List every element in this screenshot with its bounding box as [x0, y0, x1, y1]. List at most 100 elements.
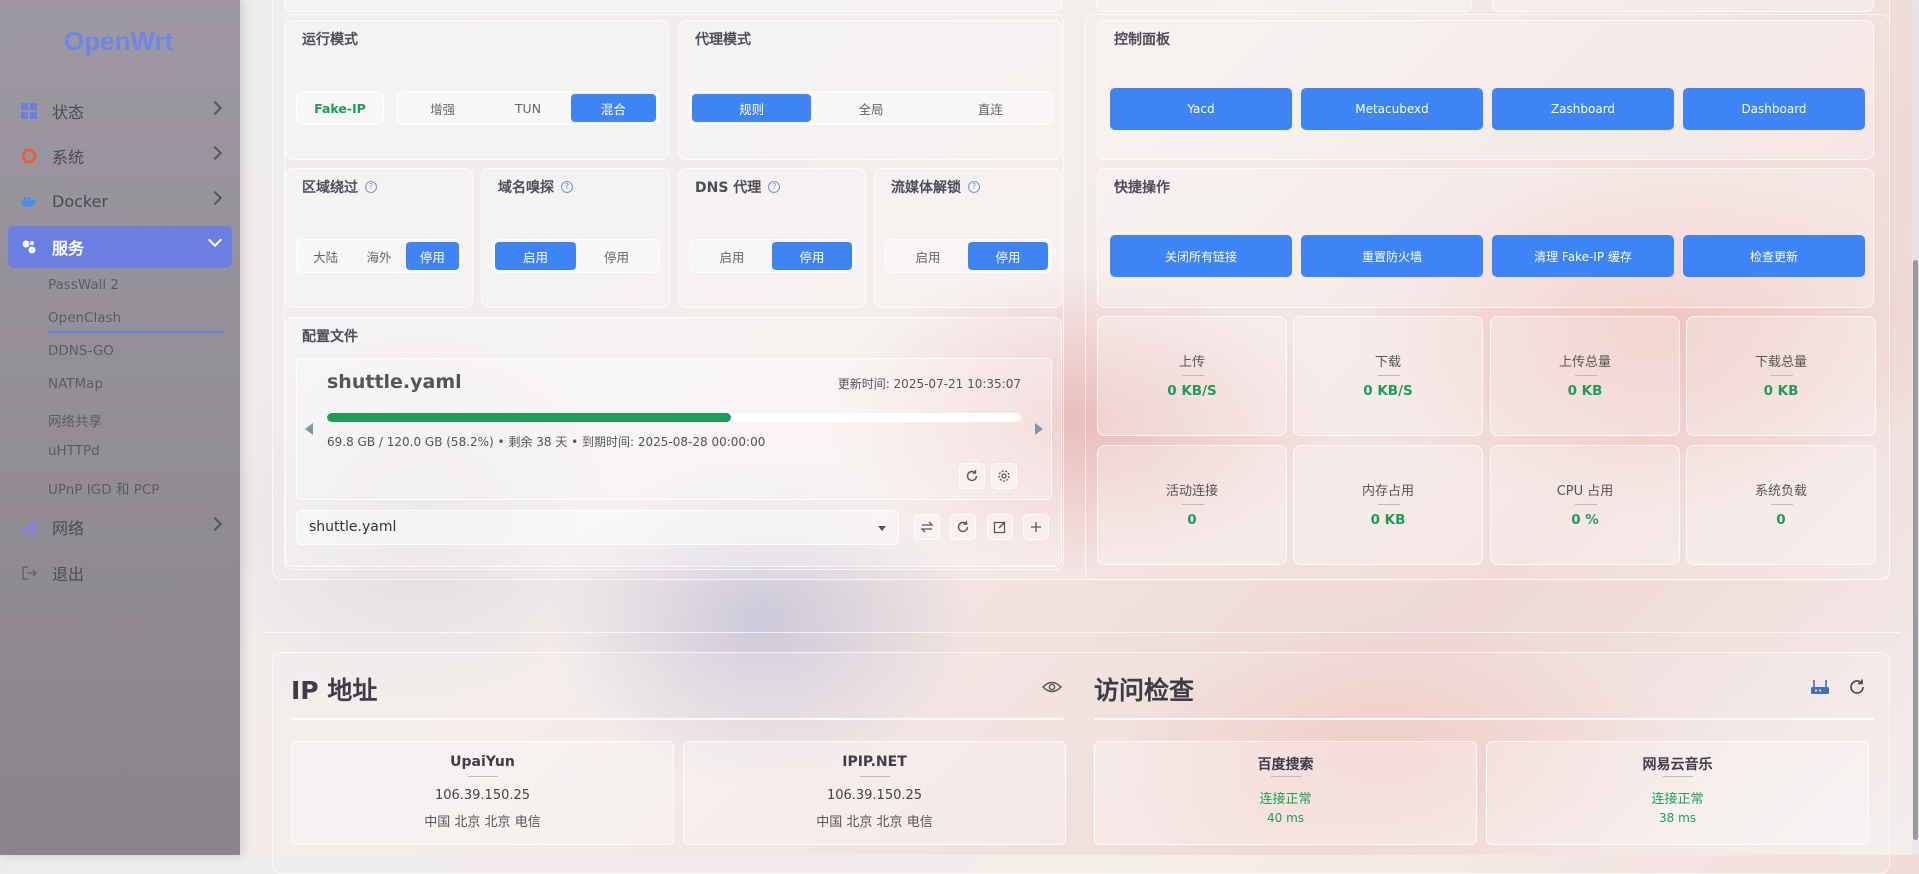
subscription-settings-button[interactable]: [991, 463, 1017, 489]
config-file-select[interactable]: shuttle.yaml: [296, 510, 899, 545]
prev-arrow-icon[interactable]: [305, 423, 313, 435]
close-all-connections-button[interactable]: 关闭所有链接: [1110, 235, 1292, 277]
sidebar-subitem-upnp[interactable]: UPnP IGD 和 PCP: [48, 478, 159, 498]
sidebar-item-network[interactable]: 网络: [8, 507, 232, 547]
stat-value: 0 KB: [1567, 383, 1603, 399]
sidebar-subitem-natmap[interactable]: NATMap: [48, 376, 103, 392]
run-mode-option-enhanced[interactable]: 增强: [400, 94, 485, 122]
edit-config-button[interactable]: [987, 514, 1013, 540]
dns-proxy-option-enable[interactable]: 启用: [692, 242, 772, 270]
domain-sniff-option-enable[interactable]: 启用: [495, 242, 576, 270]
chevron-right-icon: [207, 145, 223, 161]
fake-ip-button[interactable]: Fake-IP: [296, 91, 384, 125]
proxy-mode-option-global[interactable]: 全局: [811, 94, 930, 122]
usage-progress-fill: [327, 413, 731, 422]
stat-download-total: 下载总量 0 KB: [1686, 316, 1876, 436]
sidebar-subitem-ddns-go[interactable]: DDNS-GO: [48, 343, 114, 359]
sidebar-collapse-tab[interactable]: [0, 32, 4, 50]
streaming-unlock-title: 流媒体解锁?: [891, 177, 980, 197]
zashboard-button[interactable]: Zashboard: [1492, 88, 1674, 130]
brand-logo[interactable]: OpenWrt: [64, 26, 173, 57]
help-icon[interactable]: ?: [968, 181, 980, 193]
proxy-mode-option-direct[interactable]: 直连: [931, 94, 1050, 122]
eye-icon[interactable]: [1042, 679, 1062, 698]
stat-memory: 内存占用 0 KB: [1293, 445, 1483, 565]
yacd-button[interactable]: Yacd: [1110, 88, 1292, 130]
latency: 38 ms: [1658, 811, 1697, 825]
sidebar-subitem-uhttpd[interactable]: uHTTPd: [48, 443, 100, 459]
switch-config-button[interactable]: [914, 514, 940, 540]
control-panel-title: 控制面板: [1114, 32, 1170, 48]
stat-value: 0 KB/S: [1167, 383, 1217, 399]
streaming-unlock-option-disable[interactable]: 停用: [968, 242, 1048, 270]
region-bypass-option-disable[interactable]: 停用: [405, 242, 459, 270]
flush-fakeip-cache-button[interactable]: 清理 Fake-IP 缓存: [1492, 235, 1674, 277]
page-scrollbar[interactable]: [1912, 0, 1919, 855]
domain-sniff-option-disable[interactable]: 停用: [576, 242, 657, 270]
stat-value: 0: [1187, 512, 1197, 528]
check-update-button[interactable]: 检查更新: [1683, 235, 1865, 277]
proxy-mode-option-rule[interactable]: 规则: [692, 94, 812, 122]
ip-address: 106.39.150.25: [826, 788, 923, 803]
sidebar-item-logout[interactable]: 退出: [8, 553, 232, 593]
reset-firewall-button[interactable]: 重置防火墙: [1301, 235, 1483, 277]
update-config-button[interactable]: [950, 514, 976, 540]
stat-upload-total: 上传总量 0 KB: [1490, 316, 1680, 436]
access-card-baidu: 百度搜索 连接正常 40 ms: [1094, 741, 1477, 845]
chevron-right-icon: [207, 100, 223, 116]
cropped-card-top-right: [1492, 0, 1874, 12]
switch-icon: [920, 521, 934, 533]
region-bypass-option-mainland[interactable]: 大陆: [299, 242, 352, 270]
sync-icon: [957, 521, 969, 533]
sidebar-item-system[interactable]: 系统: [8, 136, 232, 176]
sidebar-item-label: 系统: [52, 148, 85, 167]
run-mode-option-mixed[interactable]: 混合: [570, 94, 656, 122]
proxy-mode-title: 代理模式: [695, 32, 751, 48]
sidebar-subitem-passwall2[interactable]: PassWall 2: [48, 277, 119, 293]
stat-divider: [1771, 375, 1793, 376]
chevron-down-icon: [207, 232, 223, 248]
router-icon[interactable]: [1810, 679, 1830, 699]
region-bypass-option-overseas[interactable]: 海外: [352, 242, 405, 270]
refresh-icon[interactable]: [1848, 678, 1866, 700]
next-arrow-icon[interactable]: [1035, 423, 1043, 435]
dns-proxy-option-disable[interactable]: 停用: [772, 242, 852, 270]
refresh-subscription-button[interactable]: [959, 463, 985, 489]
help-icon[interactable]: ?: [365, 181, 377, 193]
proxy-mode-selector: 规则 全局 直连: [689, 91, 1053, 125]
region-bypass-card: 区域绕过? 大陆 海外 停用: [285, 168, 473, 308]
streaming-unlock-option-enable[interactable]: 启用: [888, 242, 968, 270]
sidebar-item-label: 服务: [52, 239, 85, 258]
stat-label: 活动连接: [1165, 484, 1218, 499]
card-divider: [860, 776, 890, 777]
section-divider: [264, 632, 1900, 633]
ip-title-underline: [291, 718, 1064, 720]
site-name: 百度搜索: [1257, 757, 1314, 773]
add-config-button[interactable]: [1023, 514, 1049, 540]
stat-divider: [1771, 504, 1793, 505]
stat-value: 0: [1776, 512, 1786, 528]
connection-status: 连接正常: [1651, 792, 1704, 807]
sidebar-item-services[interactable]: 服务: [8, 226, 232, 268]
card-divider: [1271, 776, 1301, 777]
run-mode-option-tun[interactable]: TUN: [485, 94, 570, 122]
help-icon[interactable]: ?: [561, 181, 573, 193]
refresh-icon: [966, 470, 978, 482]
sidebar-item-docker[interactable]: Docker: [8, 181, 232, 221]
scrollbar-thumb[interactable]: [1913, 260, 1918, 840]
metacubexd-button[interactable]: Metacubexd: [1301, 88, 1483, 130]
access-title-underline: [1094, 718, 1874, 720]
dashboard-button[interactable]: Dashboard: [1683, 88, 1865, 130]
card-divider: [468, 776, 498, 777]
sidebar: OpenWrt 状态 系统 Docker 服务 PassWall 2 OpenC…: [0, 0, 240, 855]
domain-sniff-card: 域名嗅探? 启用 停用: [481, 168, 670, 308]
sidebar-item-status[interactable]: 状态: [8, 91, 232, 131]
stat-divider: [1378, 504, 1400, 505]
cropped-card-top-mid: [1096, 0, 1472, 12]
stat-divider: [1182, 504, 1204, 505]
sidebar-subitem-network-share[interactable]: 网络共享: [48, 410, 102, 430]
config-filename: shuttle.yaml: [327, 371, 462, 393]
help-icon[interactable]: ?: [768, 181, 781, 193]
sidebar-subitem-openclash[interactable]: OpenClash: [48, 310, 121, 326]
chevron-down-icon: [878, 526, 886, 531]
